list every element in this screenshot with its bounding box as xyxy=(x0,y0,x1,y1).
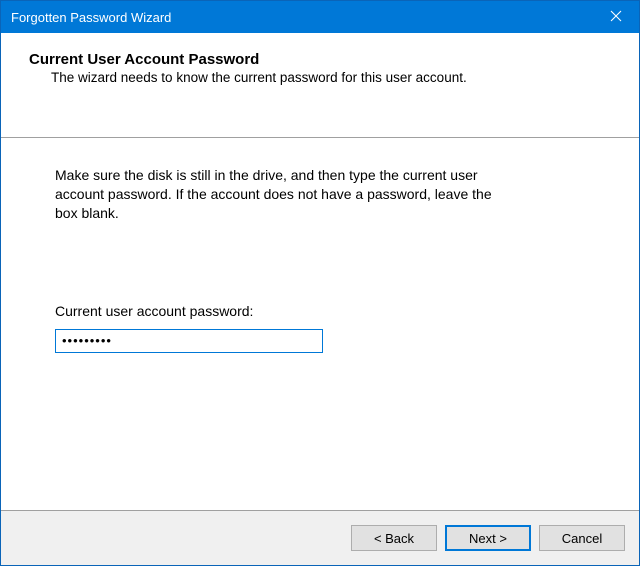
page-title: Current User Account Password xyxy=(29,51,619,68)
cancel-button[interactable]: Cancel xyxy=(539,525,625,551)
wizard-content: Make sure the disk is still in the drive… xyxy=(1,138,639,511)
titlebar: Forgotten Password Wizard xyxy=(1,1,639,33)
wizard-window: Forgotten Password Wizard Current User A… xyxy=(0,0,640,566)
wizard-footer: < Back Next > Cancel xyxy=(1,511,639,565)
instruction-text: Make sure the disk is still in the drive… xyxy=(55,166,495,223)
password-input[interactable] xyxy=(55,329,323,353)
wizard-header: Current User Account Password The wizard… xyxy=(1,33,639,138)
window-title: Forgotten Password Wizard xyxy=(11,10,171,25)
password-label: Current user account password: xyxy=(55,303,589,319)
next-button[interactable]: Next > xyxy=(445,525,531,551)
page-subtitle: The wizard needs to know the current pas… xyxy=(29,70,619,85)
close-icon xyxy=(610,10,622,25)
back-button[interactable]: < Back xyxy=(351,525,437,551)
close-button[interactable] xyxy=(593,1,639,33)
